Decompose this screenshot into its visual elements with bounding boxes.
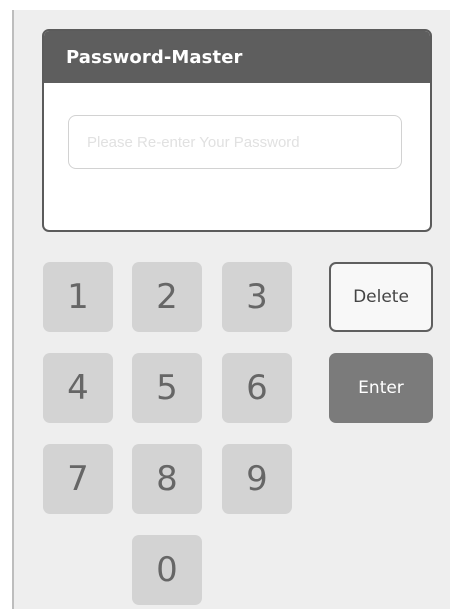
keypad-key-4[interactable]: 4 xyxy=(43,353,113,423)
keypad-key-8[interactable]: 8 xyxy=(132,444,202,514)
delete-button[interactable]: Delete xyxy=(329,262,433,332)
keypad-key-5[interactable]: 5 xyxy=(132,353,202,423)
password-dialog: Password-Master xyxy=(42,29,432,232)
password-reentry-input[interactable] xyxy=(68,115,402,169)
dialog-title: Password-Master xyxy=(66,46,243,68)
keypad-key-9[interactable]: 9 xyxy=(222,444,292,514)
keypad-key-6[interactable]: 6 xyxy=(222,353,292,423)
dialog-header: Password-Master xyxy=(44,31,430,83)
keypad-key-7[interactable]: 7 xyxy=(43,444,113,514)
keypad-key-2[interactable]: 2 xyxy=(132,262,202,332)
keypad-key-3[interactable]: 3 xyxy=(222,262,292,332)
password-pad-window: Password-Master 1 2 3 4 5 6 7 8 9 0 Dele… xyxy=(12,10,450,609)
keypad-key-0[interactable]: 0 xyxy=(132,535,202,605)
keypad-key-1[interactable]: 1 xyxy=(43,262,113,332)
enter-button[interactable]: Enter xyxy=(329,353,433,423)
